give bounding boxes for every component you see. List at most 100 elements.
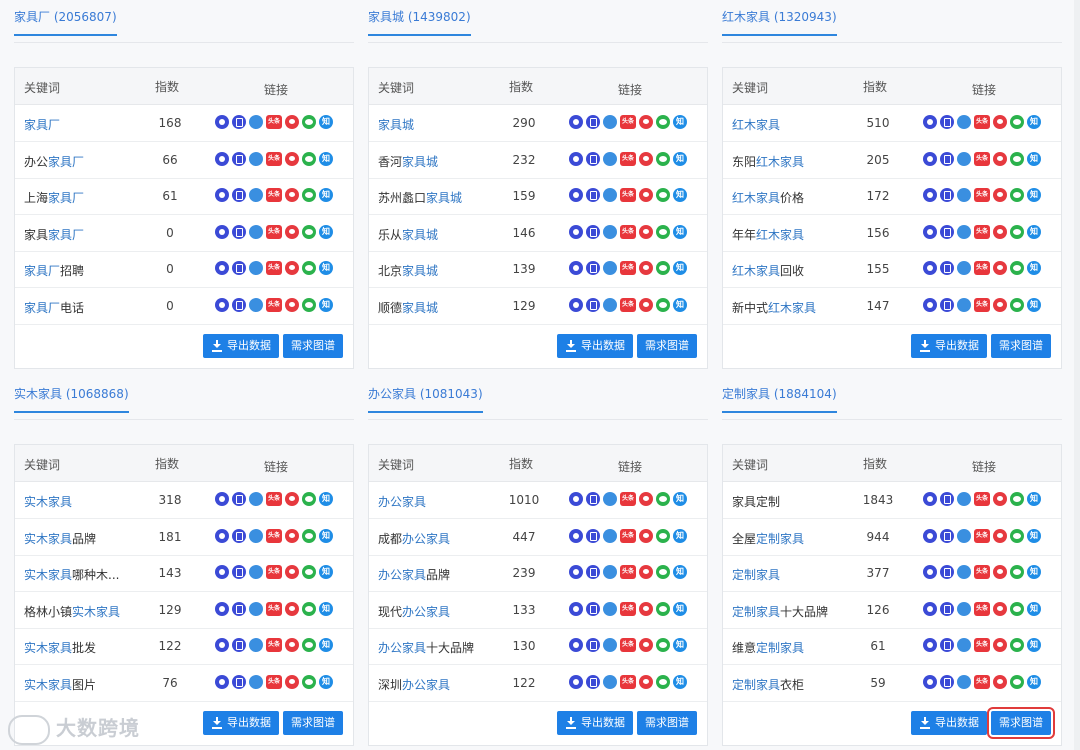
wechat-icon[interactable]: [302, 565, 316, 579]
weibo-icon[interactable]: [639, 224, 653, 239]
block-title[interactable]: 实木家具 (1068868): [14, 387, 129, 413]
keyword-link[interactable]: 年年红木家具: [732, 226, 804, 243]
baidu-mobile-icon[interactable]: [232, 115, 246, 129]
keyword-link[interactable]: 实木家具: [24, 493, 72, 510]
weibo-icon[interactable]: [285, 224, 299, 239]
sogou-icon[interactable]: [249, 261, 263, 275]
weibo-icon[interactable]: [639, 674, 653, 689]
baidu-mobile-icon[interactable]: [940, 601, 954, 616]
baidu-mobile-icon[interactable]: [940, 565, 954, 579]
wechat-icon[interactable]: [656, 492, 670, 506]
weibo-icon[interactable]: [993, 115, 1007, 129]
zhihu-icon[interactable]: 知: [1027, 674, 1041, 689]
baidu-icon[interactable]: [569, 528, 583, 543]
wechat-icon[interactable]: [656, 224, 670, 239]
toutiao-icon[interactable]: 头条: [266, 115, 282, 129]
keyword-link[interactable]: 家具城: [378, 116, 414, 133]
keyword-link[interactable]: 东阳红木家具: [732, 153, 804, 170]
sogou-icon[interactable]: [603, 297, 617, 312]
toutiao-icon[interactable]: 头条: [620, 297, 636, 312]
weibo-icon[interactable]: [639, 188, 653, 202]
demand-graph-button[interactable]: 需求图谱: [283, 711, 343, 735]
weibo-icon[interactable]: [993, 638, 1007, 652]
weibo-icon[interactable]: [993, 528, 1007, 543]
baidu-mobile-icon[interactable]: [232, 297, 246, 312]
sogou-icon[interactable]: [957, 528, 971, 543]
toutiao-icon[interactable]: 头条: [620, 565, 636, 579]
baidu-mobile-icon[interactable]: [940, 674, 954, 689]
zhihu-icon[interactable]: 知: [1027, 601, 1041, 616]
baidu-icon[interactable]: [215, 261, 229, 275]
baidu-icon[interactable]: [923, 261, 937, 275]
baidu-mobile-icon[interactable]: [586, 224, 600, 239]
weibo-icon[interactable]: [993, 224, 1007, 239]
baidu-mobile-icon[interactable]: [940, 261, 954, 275]
keyword-link[interactable]: 乐从家具城: [378, 226, 438, 243]
baidu-mobile-icon[interactable]: [232, 151, 246, 166]
toutiao-icon[interactable]: 头条: [620, 674, 636, 689]
demand-graph-button[interactable]: 需求图谱: [637, 711, 697, 735]
baidu-icon[interactable]: [923, 565, 937, 579]
baidu-icon[interactable]: [569, 188, 583, 202]
block-title[interactable]: 家具城 (1439802): [368, 10, 471, 36]
zhihu-icon[interactable]: 知: [1027, 224, 1041, 239]
export-data-button[interactable]: 导出数据: [911, 334, 987, 358]
baidu-icon[interactable]: [215, 528, 229, 543]
sogou-icon[interactable]: [957, 638, 971, 652]
zhihu-icon[interactable]: 知: [319, 638, 333, 652]
keyword-link[interactable]: 红木家具回收: [732, 262, 804, 279]
zhihu-icon[interactable]: 知: [673, 224, 687, 239]
zhihu-icon[interactable]: 知: [673, 601, 687, 616]
weibo-icon[interactable]: [285, 188, 299, 202]
baidu-icon[interactable]: [923, 224, 937, 239]
weibo-icon[interactable]: [639, 261, 653, 275]
wechat-icon[interactable]: [1010, 224, 1024, 239]
baidu-icon[interactable]: [923, 151, 937, 166]
baidu-icon[interactable]: [923, 188, 937, 202]
block-title[interactable]: 定制家具 (1884104): [722, 387, 837, 413]
keyword-link[interactable]: 实木家具品牌: [24, 530, 96, 547]
zhihu-icon[interactable]: 知: [1027, 115, 1041, 129]
zhihu-icon[interactable]: 知: [319, 565, 333, 579]
zhihu-icon[interactable]: 知: [673, 261, 687, 275]
sogou-icon[interactable]: [957, 565, 971, 579]
baidu-mobile-icon[interactable]: [940, 297, 954, 312]
sogou-icon[interactable]: [603, 565, 617, 579]
toutiao-icon[interactable]: 头条: [974, 674, 990, 689]
wechat-icon[interactable]: [656, 188, 670, 202]
wechat-icon[interactable]: [656, 297, 670, 312]
baidu-mobile-icon[interactable]: [586, 151, 600, 166]
baidu-icon[interactable]: [569, 261, 583, 275]
toutiao-icon[interactable]: 头条: [620, 528, 636, 543]
zhihu-icon[interactable]: 知: [1027, 492, 1041, 506]
baidu-mobile-icon[interactable]: [940, 188, 954, 202]
sogou-icon[interactable]: [957, 297, 971, 312]
weibo-icon[interactable]: [993, 565, 1007, 579]
keyword-link[interactable]: 新中式红木家具: [732, 299, 816, 316]
zhihu-icon[interactable]: 知: [673, 297, 687, 312]
wechat-icon[interactable]: [656, 674, 670, 689]
toutiao-icon[interactable]: 头条: [266, 674, 282, 689]
keyword-link[interactable]: 成都办公家具: [378, 530, 450, 547]
block-title[interactable]: 家具厂 (2056807): [14, 10, 117, 36]
keyword-link[interactable]: 家具厂: [24, 116, 60, 133]
keyword-link[interactable]: 办公家具十大品牌: [378, 639, 474, 656]
zhihu-icon[interactable]: 知: [673, 492, 687, 506]
export-data-button[interactable]: 导出数据: [911, 711, 987, 735]
weibo-icon[interactable]: [639, 115, 653, 129]
zhihu-icon[interactable]: 知: [319, 224, 333, 239]
zhihu-icon[interactable]: 知: [673, 565, 687, 579]
weibo-icon[interactable]: [285, 638, 299, 652]
baidu-icon[interactable]: [215, 151, 229, 166]
toutiao-icon[interactable]: 头条: [620, 638, 636, 652]
weibo-icon[interactable]: [639, 638, 653, 652]
weibo-icon[interactable]: [285, 601, 299, 616]
zhihu-icon[interactable]: 知: [319, 492, 333, 506]
sogou-icon[interactable]: [249, 565, 263, 579]
toutiao-icon[interactable]: 头条: [266, 565, 282, 579]
sogou-icon[interactable]: [249, 188, 263, 202]
toutiao-icon[interactable]: 头条: [266, 601, 282, 616]
toutiao-icon[interactable]: 头条: [266, 151, 282, 166]
wechat-icon[interactable]: [302, 115, 316, 129]
sogou-icon[interactable]: [957, 492, 971, 506]
